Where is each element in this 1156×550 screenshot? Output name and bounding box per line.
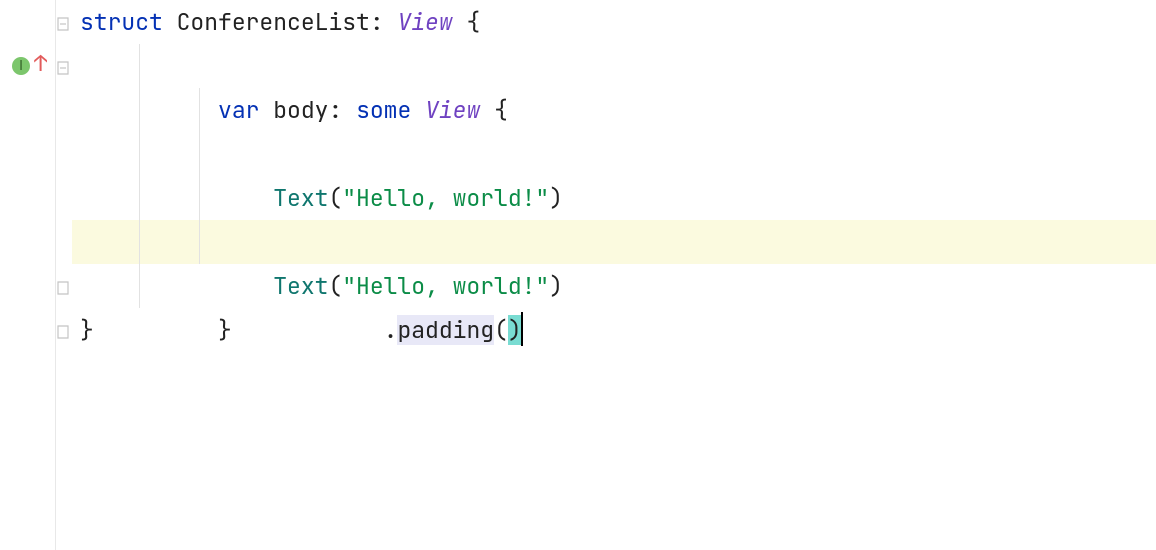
fold-toggle-icon[interactable] xyxy=(56,61,70,75)
code-line[interactable]: Text("Hello, world!") xyxy=(72,176,1156,220)
code-line[interactable]: Text("Hello, world!") xyxy=(72,88,1156,132)
vcs-badge-label: I xyxy=(19,59,23,74)
vcs-changed-icon[interactable]: I xyxy=(12,57,30,75)
code-line[interactable]: .padding() xyxy=(72,132,1156,176)
code-line[interactable]: } xyxy=(72,308,1156,352)
protocol-name: View xyxy=(397,7,452,37)
keyword: struct xyxy=(80,7,163,37)
code-line[interactable]: var body: some View { xyxy=(72,44,1156,88)
code-area[interactable]: struct ConferenceList: View { var body: … xyxy=(72,0,1156,550)
code-editor[interactable]: I ↑ struct ConferenceList: View { var bo… xyxy=(0,0,1156,550)
vcs-arrow-icon: ↑ xyxy=(34,53,47,75)
code-line-current[interactable]: .padding() xyxy=(72,220,1156,264)
brace: { xyxy=(466,7,480,37)
code-line[interactable]: } xyxy=(72,264,1156,308)
gutter[interactable]: I ↑ xyxy=(0,0,56,550)
fold-end-icon[interactable] xyxy=(56,325,70,339)
brace: } xyxy=(80,315,94,345)
fold-toggle-icon[interactable] xyxy=(56,17,70,31)
code-line[interactable]: struct ConferenceList: View { xyxy=(72,0,1156,44)
type-name: ConferenceList xyxy=(177,7,370,37)
fold-end-icon[interactable] xyxy=(56,281,70,295)
fold-strip[interactable] xyxy=(56,0,72,550)
